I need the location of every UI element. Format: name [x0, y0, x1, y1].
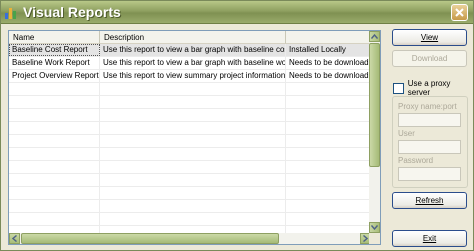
report-description: Use this report to view summary project … [100, 70, 286, 82]
report-description: Use this report to view a bar graph with… [100, 44, 286, 56]
exit-button-label: Exit [422, 234, 437, 243]
scrollbar-corner [369, 233, 380, 244]
report-description: Use this report to view a bar graph with… [100, 57, 286, 69]
scroll-left-button[interactable] [9, 233, 20, 244]
list-header: Name Description [9, 31, 371, 44]
title-bar[interactable]: Visual Reports [1, 1, 473, 24]
view-button-label: View [420, 33, 439, 42]
horizontal-scrollbar[interactable] [9, 233, 371, 244]
empty-row [9, 83, 371, 96]
refresh-button[interactable]: Refresh [392, 192, 467, 209]
window-title: Visual Reports [23, 4, 121, 20]
report-status: Needs to be downloaded [286, 57, 371, 69]
table-row[interactable]: Project Overview Report Use this report … [9, 70, 371, 83]
exit-button[interactable]: Exit [392, 230, 467, 247]
empty-row [9, 161, 371, 174]
report-status: Installed Locally [286, 44, 371, 56]
empty-row [9, 135, 371, 148]
password-field[interactable] [398, 167, 461, 181]
scroll-down-button[interactable] [369, 222, 380, 233]
table-row[interactable]: Baseline Work Report Use this report to … [9, 57, 371, 70]
empty-row [9, 213, 371, 226]
report-status: Needs to be downloaded [286, 70, 371, 82]
proxy-name-port-label: Proxy name:port [398, 102, 457, 111]
empty-row [9, 96, 371, 109]
proxy-name-port-field[interactable] [398, 113, 461, 127]
table-row[interactable]: Baseline Cost Report Use this report to … [9, 44, 371, 57]
vertical-scroll-thumb[interactable] [369, 43, 380, 167]
proxy-checkbox-row[interactable]: Use a proxy server [393, 79, 473, 97]
report-name: Baseline Cost Report [9, 44, 100, 56]
column-header-status[interactable] [286, 31, 371, 44]
close-button[interactable] [451, 4, 468, 21]
close-icon [455, 8, 464, 17]
empty-row [9, 148, 371, 161]
download-button[interactable]: Download [392, 50, 467, 67]
report-name: Baseline Work Report [9, 57, 100, 69]
use-proxy-label: Use a proxy server [407, 79, 451, 97]
vertical-scrollbar[interactable] [369, 31, 380, 233]
chevron-right-icon [363, 235, 368, 242]
chevron-up-icon [371, 34, 378, 39]
refresh-button-label: Refresh [415, 196, 444, 205]
password-label: Password [398, 156, 434, 165]
bar-chart-icon [5, 6, 19, 19]
empty-row [9, 122, 371, 135]
horizontal-scroll-thumb[interactable] [21, 233, 279, 244]
visual-reports-window: Visual Reports Name Description Baseline… [0, 0, 474, 251]
empty-row [9, 174, 371, 187]
column-header-name[interactable]: Name [9, 31, 100, 44]
empty-row [9, 187, 371, 200]
report-name: Project Overview Report [9, 70, 100, 82]
column-header-description[interactable]: Description [100, 31, 286, 44]
empty-row [9, 109, 371, 122]
view-button[interactable]: View [392, 29, 467, 46]
reports-list[interactable]: Name Description Baseline Cost Report Us… [8, 30, 381, 245]
scroll-up-button[interactable] [369, 31, 380, 42]
user-label: User [398, 129, 415, 138]
chevron-down-icon [371, 225, 378, 230]
chevron-left-icon [12, 235, 17, 242]
user-field[interactable] [398, 140, 461, 154]
download-button-label: Download [411, 54, 448, 63]
use-proxy-checkbox[interactable] [393, 82, 404, 94]
empty-row [9, 200, 371, 213]
